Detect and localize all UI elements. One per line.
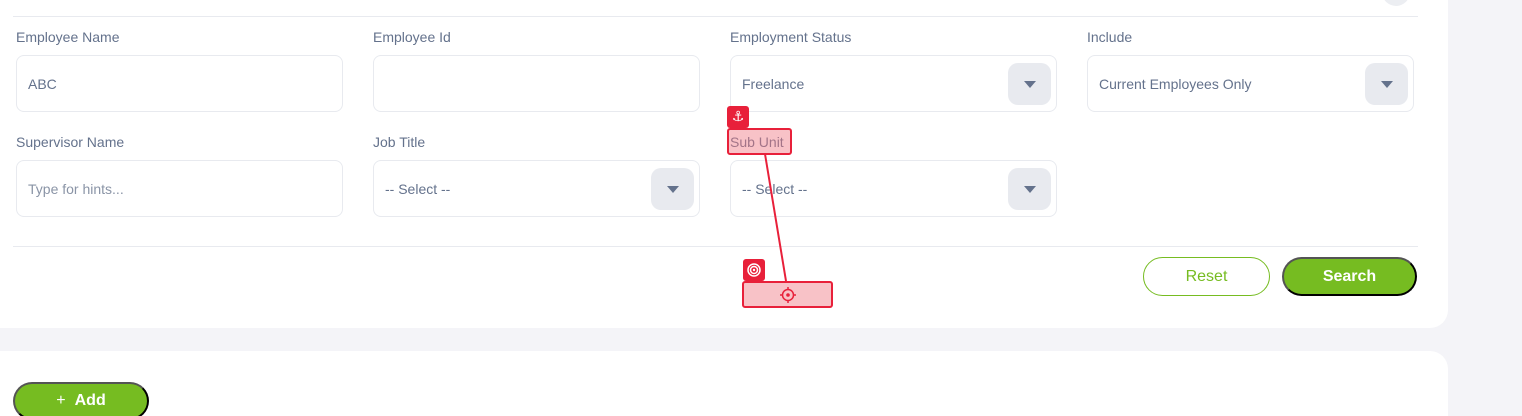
caret-down-icon xyxy=(666,185,679,193)
employee-name-value: ABC xyxy=(28,75,57,92)
plus-icon: + xyxy=(56,392,66,409)
divider xyxy=(13,16,1418,17)
divider xyxy=(13,246,1418,247)
supervisor-name-label: Supervisor Name xyxy=(16,134,125,150)
target-icon xyxy=(743,259,765,281)
job-title-value: -- Select -- xyxy=(385,180,451,197)
crosshair-icon xyxy=(779,286,796,303)
supervisor-name-input[interactable]: Type for hints... xyxy=(16,160,343,217)
employee-id-label: Employee Id xyxy=(373,29,451,45)
employee-id-input[interactable] xyxy=(373,55,700,112)
sub-unit-select[interactable]: -- Select -- xyxy=(730,160,1057,217)
employment-status-label: Employment Status xyxy=(730,29,852,45)
employment-status-select[interactable]: Freelance xyxy=(730,55,1057,112)
employment-status-dropdown-button[interactable] xyxy=(1008,63,1051,105)
caret-down-icon xyxy=(1380,80,1393,88)
anchor-icon: ⚓ xyxy=(727,106,749,128)
annotation-source-highlight xyxy=(727,128,792,155)
job-title-select[interactable]: -- Select -- xyxy=(373,160,700,217)
sub-unit-value: -- Select -- xyxy=(742,180,808,197)
caret-down-icon xyxy=(1023,80,1036,88)
supervisor-name-placeholder: Type for hints... xyxy=(28,180,124,197)
employment-status-value: Freelance xyxy=(742,75,805,92)
employee-name-label: Employee Name xyxy=(16,29,120,45)
add-button-label: Add xyxy=(74,392,106,409)
include-value: Current Employees Only xyxy=(1099,75,1252,92)
job-title-label: Job Title xyxy=(373,134,426,150)
annotation-target-highlight xyxy=(742,281,833,308)
job-title-dropdown-button[interactable] xyxy=(651,168,694,210)
include-label: Include xyxy=(1087,29,1133,45)
search-button[interactable]: Search xyxy=(1282,257,1417,296)
add-button[interactable]: + Add xyxy=(13,382,149,416)
include-select[interactable]: Current Employees Only xyxy=(1087,55,1414,112)
employee-name-input[interactable]: ABC xyxy=(16,55,343,112)
employee-list-card xyxy=(0,351,1448,416)
reset-button[interactable]: Reset xyxy=(1143,257,1270,296)
include-dropdown-button[interactable] xyxy=(1365,63,1408,105)
sub-unit-dropdown-button[interactable] xyxy=(1008,168,1051,210)
caret-down-icon xyxy=(1023,185,1036,193)
